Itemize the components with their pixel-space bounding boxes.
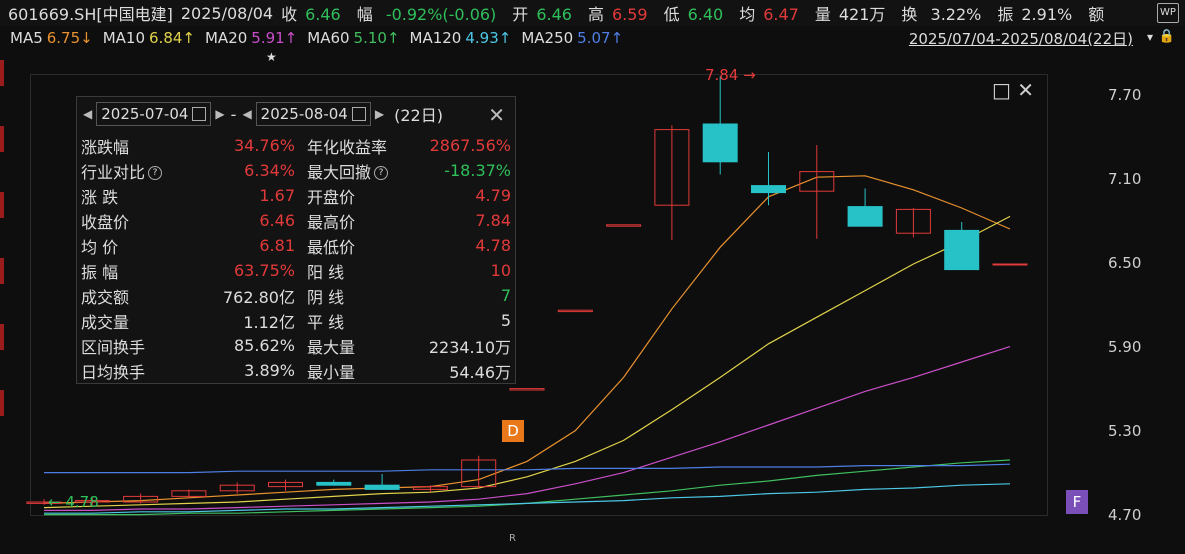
stat-value: 10 (490, 261, 511, 280)
calendar-icon[interactable] (192, 107, 207, 121)
stat-label: 最高价 (307, 212, 356, 232)
stat-label: 年化收益率 (307, 137, 388, 157)
stat-label: 日均换手 (81, 362, 146, 382)
stat-row: 涨 跌 1.67 开盘价 4.79 (81, 183, 511, 208)
stat-label: 收盘价 (81, 212, 130, 232)
stat-value: 2867.56% (429, 136, 511, 155)
stat-row: 成交量 1.12亿平 线 5 (81, 308, 511, 333)
maximize-icon[interactable]: □ (992, 78, 1011, 102)
stat-label: 成交量 (81, 312, 130, 332)
candle-body (702, 123, 738, 163)
stat-label: 开盘价 (307, 187, 356, 207)
stat-label: 阴 线 (307, 287, 345, 307)
stat-row: 涨跌幅 34.76% 年化收益率 2867.56% (81, 133, 511, 158)
stat-row: 行业对比? 6.34% 最大回撤? -18.37% (81, 158, 511, 183)
stat-value: 1.12亿 (243, 312, 295, 332)
stat-label: 成交额 (81, 287, 130, 307)
next-start-icon[interactable]: ▶ (215, 107, 224, 121)
prev-start-icon[interactable]: ◀ (83, 107, 92, 121)
stat-label: 最低价 (307, 237, 356, 257)
chart-window-controls: □ ✕ (992, 78, 1034, 102)
stat-value: 7.84 (475, 211, 511, 230)
high-price-value: 7.84 (705, 66, 739, 84)
candle-body (509, 388, 545, 391)
high-price-marker: 7.84 → (705, 66, 756, 84)
y-tick-label: 5.30 (1108, 422, 1142, 440)
stat-value: 54.46万 (449, 362, 511, 382)
stat-row: 均 价 6.81 最低价 4.78 (81, 233, 511, 258)
candle-body (847, 206, 883, 227)
stats-table: 涨跌幅 34.76% 年化收益率 2867.56% 行业对比? 6.34% 最大回撤? -18… (81, 133, 511, 383)
stat-value: 85.62% (233, 336, 295, 355)
stat-label: 阳 线 (307, 262, 345, 282)
stat-value: 63.75% (233, 261, 295, 280)
y-tick-label: 7.70 (1108, 86, 1142, 104)
stat-value: 6.34% (244, 161, 295, 180)
stat-value: 4.79 (475, 186, 511, 205)
stat-value: 1.67 (259, 186, 295, 205)
event-badge-d[interactable]: D (502, 420, 524, 442)
interval-stats-panel: ◀ 2025-07-04 ▶ - ◀ 2025-08-04 ▶ (22日) ✕ … (76, 96, 516, 384)
stat-value: -18.37% (444, 161, 511, 180)
help-icon[interactable]: ? (148, 166, 163, 180)
stat-value: 2234.10万 (428, 337, 511, 357)
stat-value: 7 (500, 286, 511, 305)
end-date-value: 2025-08-04 (260, 105, 348, 123)
stat-label: 最小量 (307, 362, 356, 382)
prev-end-icon[interactable]: ◀ (242, 107, 251, 121)
stat-value: 4.78 (475, 236, 511, 255)
y-tick-label: 4.70 (1108, 506, 1142, 524)
candle-body (992, 263, 1028, 266)
start-date-value: 2025-07-04 (101, 105, 189, 123)
stat-row: 区间换手 85.62% 最大量 2234.10万 (81, 333, 511, 358)
stat-row: 振 幅 63.75% 阳 线 10 (81, 258, 511, 283)
star-marker: ★ (266, 50, 277, 64)
start-date-field[interactable]: 2025-07-04 (96, 102, 212, 126)
close-icon[interactable]: ✕ (488, 103, 505, 127)
stat-label: 涨跌幅 (81, 137, 130, 157)
r-marker: R (509, 533, 516, 544)
stat-label: 涨 跌 (81, 187, 119, 207)
stat-row: 收盘价 6.46 最高价 7.84 (81, 208, 511, 233)
candle-body (606, 224, 642, 227)
date-separator: - (230, 104, 237, 124)
next-end-icon[interactable]: ▶ (375, 107, 384, 121)
stat-row: 日均换手 3.89% 最小量 54.46万 (81, 358, 511, 383)
y-tick-label: 7.10 (1108, 170, 1142, 188)
low-price-marker: ← 4.78 (48, 493, 99, 511)
stat-value: 762.80亿 (223, 287, 295, 307)
y-tick-label: 6.50 (1108, 254, 1142, 272)
stat-value: 5 (500, 311, 511, 330)
stat-value: 34.76% (233, 136, 295, 155)
close-icon[interactable]: ✕ (1017, 78, 1034, 102)
event-badge-f[interactable]: F (1066, 490, 1088, 514)
ma-line-ma60 (44, 459, 1011, 516)
low-price-value: 4.78 (65, 493, 99, 511)
stat-value: 6.46 (259, 211, 295, 230)
stat-row: 成交额 762.80亿阴 线 7 (81, 283, 511, 308)
end-date-field[interactable]: 2025-08-04 (255, 102, 371, 126)
stat-value: 3.89% (244, 361, 295, 380)
stat-label: 行业对比? (81, 159, 191, 183)
candle-body (751, 185, 786, 194)
help-icon[interactable]: ? (374, 166, 389, 180)
stat-label: 振 幅 (81, 262, 119, 282)
candle-body (316, 481, 352, 486)
candle-body (557, 309, 593, 313)
stat-value: 6.81 (259, 236, 295, 255)
stat-label: 均 价 (81, 237, 119, 257)
interval-days: (22日) (394, 106, 443, 125)
candle-body (944, 229, 980, 271)
stat-label: 最大量 (307, 337, 356, 357)
stat-label: 区间换手 (81, 337, 146, 357)
stat-label: 最大回撤? (307, 159, 407, 183)
candle-body (364, 484, 400, 490)
calendar-icon[interactable] (351, 107, 366, 121)
y-tick-label: 5.90 (1108, 338, 1142, 356)
panel-toolbar: ◀ 2025-07-04 ▶ - ◀ 2025-08-04 ▶ (22日) (77, 97, 515, 131)
stat-label: 平 线 (307, 312, 345, 332)
